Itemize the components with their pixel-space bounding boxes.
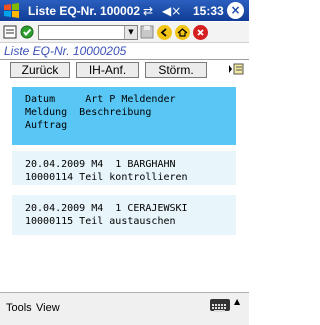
row-line-2: 10000114 Teil kontrollieren [25,172,188,183]
row-line-1: 20.04.2009 M4 1 CERAJEWSKI [25,203,188,214]
list-row[interactable]: 20.04.2009 M4 1 BARGHAHN 10000114 Teil k… [12,151,236,185]
menu-list-icon[interactable] [228,63,244,75]
window-title: Liste EQ-Nr. 100002 [28,4,141,18]
cancel-icon[interactable] [193,25,208,40]
connectivity-icon[interactable]: ⇄ [143,4,153,18]
command-dropdown[interactable]: ▼ [38,25,138,40]
close-button[interactable]: × [227,2,244,19]
row-line-2: 10000115 Teil austauschen [25,216,176,227]
clock[interactable]: 15:33 [193,4,224,18]
save-icon[interactable] [140,25,154,39]
keyboard-icon[interactable] [210,299,230,312]
list-row[interactable]: 20.04.2009 M4 1 CERAJEWSKI 10000115 Teil… [12,195,236,235]
list-header: Datum Art P Meldender Meldung Beschreibu… [12,87,236,145]
menu-view[interactable]: View [36,302,60,314]
home-icon[interactable] [175,25,190,40]
volume-muted-icon[interactable]: ◀× [162,4,181,18]
menu-tools[interactable]: Tools [6,302,32,314]
malfunction-report-button[interactable]: Störm. [145,62,207,78]
notification-list: Datum Art P Meldender Meldung Beschreibu… [12,85,236,251]
menu-bar: Tools View ▲ [0,292,249,325]
back-nav-icon[interactable] [157,25,172,40]
header-line-3: Auftrag [25,120,68,131]
row-line-1: 20.04.2009 M4 1 BARGHAHN [25,159,176,170]
header-line-2: Meldung Beschreibung [25,107,152,118]
ih-request-button[interactable]: IH-Anf. [76,62,139,78]
form-icon[interactable] [3,25,17,39]
content-area: Datum Art P Meldender Meldung Beschreibu… [0,78,249,292]
back-button[interactable]: Zurück [10,62,70,78]
keyboard-toggle-arrow-icon[interactable]: ▲ [234,297,240,306]
screen-subtitle: Liste EQ-Nr. 10000205 [0,43,249,60]
action-button-row: Zurück IH-Anf. Störm. [0,60,249,78]
check-icon[interactable] [20,25,34,39]
header-line-1: Datum Art P Meldender [25,94,176,105]
title-bar: Liste EQ-Nr. 100002 ⇄ ◀× 15:33 × [0,0,249,21]
subtitle-text: Liste EQ-Nr. 10000205 [4,44,127,58]
windows-start-icon[interactable] [3,2,20,19]
chevron-down-icon[interactable]: ▼ [124,26,137,39]
toolbar: ▼ [0,22,249,43]
